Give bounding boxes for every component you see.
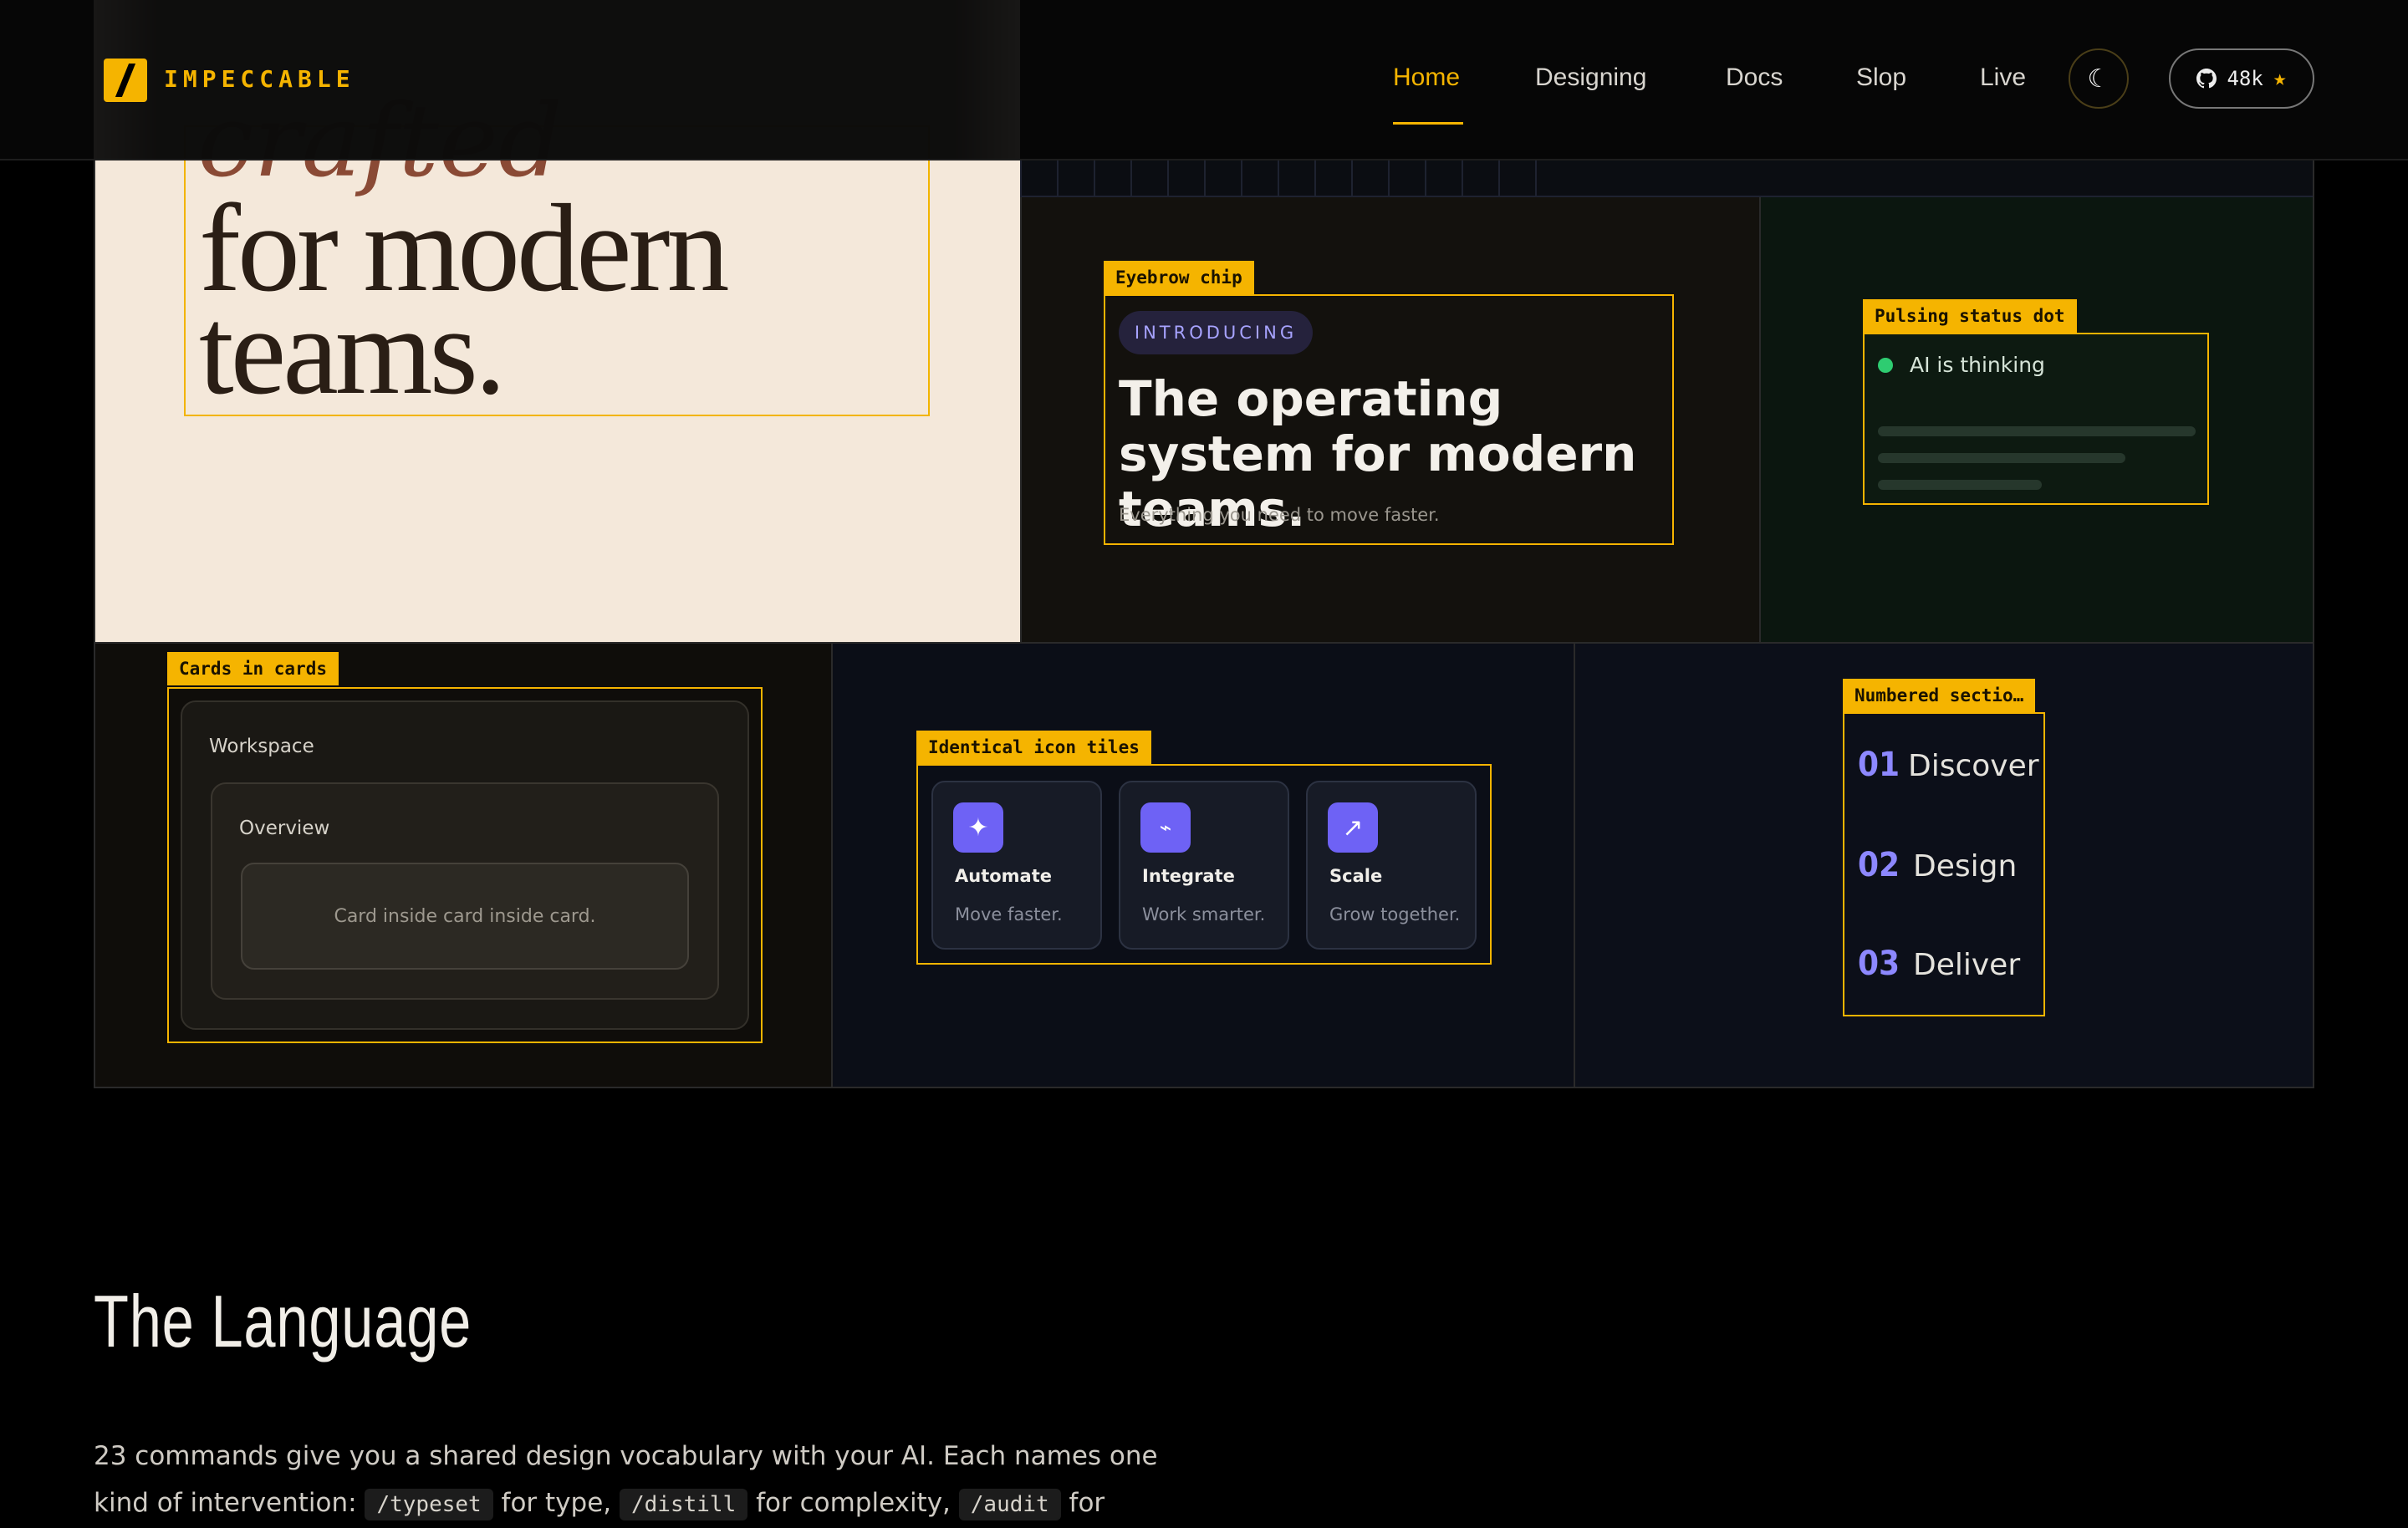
section-label: Deliver — [1913, 948, 2021, 982]
logo-icon[interactable] — [104, 59, 147, 102]
tag-cards-in-cards: Cards in cards — [167, 652, 339, 685]
github-stars-button[interactable]: 48k ★ — [2169, 48, 2314, 109]
section-body: 23 commands give you a shared design voc… — [94, 1433, 1181, 1528]
arrow-up-right-icon: ↗ — [1328, 802, 1378, 853]
icon-tile-integrate: ⌁ Integrate Work smarter. — [1119, 781, 1289, 950]
tile-name: Integrate — [1142, 866, 1235, 886]
section-title: The Language — [94, 1280, 472, 1362]
inner-card: Card inside card inside card. — [241, 863, 689, 970]
frame-right — [2313, 160, 2314, 1088]
middle-card-label: Overview — [239, 817, 330, 839]
outer-card-label: Workspace — [209, 736, 314, 757]
section-number: 02 — [1858, 846, 1900, 884]
command-typeset[interactable]: /typeset — [365, 1489, 493, 1520]
skeleton-bar — [1878, 426, 2196, 436]
tile-desc: Move faster. — [955, 904, 1063, 924]
section-number: 01 — [1858, 746, 1900, 784]
nav-designing[interactable]: Designing — [1535, 64, 1646, 92]
frame-left — [94, 160, 95, 1088]
command-distill[interactable]: /distill — [620, 1489, 748, 1520]
icon-tile-scale: ↗ Scale Grow together. — [1306, 781, 1477, 950]
tag-numbered-sections: Numbered sectio… — [1843, 679, 2036, 712]
skeleton-bar — [1878, 480, 2042, 490]
nav-slop[interactable]: Slop — [1856, 64, 1906, 92]
section-label: Discover — [1908, 749, 2039, 783]
sparkle-icon: ✦ — [953, 802, 1003, 853]
section-label: Design — [1913, 849, 2018, 884]
hero-headline: for modern teams. — [199, 186, 730, 414]
star-icon: ★ — [2273, 66, 2287, 91]
moon-icon: ☾ — [2087, 64, 2110, 94]
bolt-icon: ⌁ — [1140, 802, 1191, 853]
logo-text[interactable]: IMPECCABLE — [164, 65, 355, 93]
top-nav-bar — [0, 0, 2408, 160]
body-text: for type, — [492, 1488, 620, 1518]
nav-live[interactable]: Live — [1980, 64, 2026, 92]
body-text: for complexity, — [747, 1488, 959, 1518]
tag-eyebrow-chip: Eyebrow chip — [1104, 261, 1254, 294]
tag-pulsing-status: Pulsing status dot — [1863, 299, 2077, 333]
command-audit[interactable]: /audit — [958, 1489, 1061, 1520]
nav-active-indicator — [1393, 122, 1463, 125]
eyebrow-chip: INTRODUCING — [1119, 311, 1313, 354]
status-text: AI is thinking — [1910, 353, 2045, 377]
github-icon — [2196, 69, 2217, 89]
grid-pattern — [1020, 160, 1572, 197]
theme-toggle-button[interactable]: ☾ — [2069, 48, 2129, 109]
body-text: for — [1060, 1488, 1105, 1518]
github-star-count: 48k — [2227, 67, 2263, 90]
tile-desc: Work smarter. — [1142, 904, 1266, 924]
eyebrow-subtitle: Everything you need to move faster. — [1119, 505, 1440, 525]
tag-icon-tiles: Identical icon tiles — [916, 731, 1151, 764]
nav-docs[interactable]: Docs — [1726, 64, 1783, 92]
skeleton-bar — [1878, 453, 2125, 463]
section-number: 03 — [1858, 945, 1900, 983]
nav-home[interactable]: Home — [1393, 64, 1460, 92]
tile-desc: Grow together. — [1329, 904, 1461, 924]
status-dot — [1878, 358, 1893, 373]
tile-name: Scale — [1329, 866, 1383, 886]
tile-name: Automate — [955, 866, 1053, 886]
icon-tile-automate: ✦ Automate Move faster. — [931, 781, 1102, 950]
